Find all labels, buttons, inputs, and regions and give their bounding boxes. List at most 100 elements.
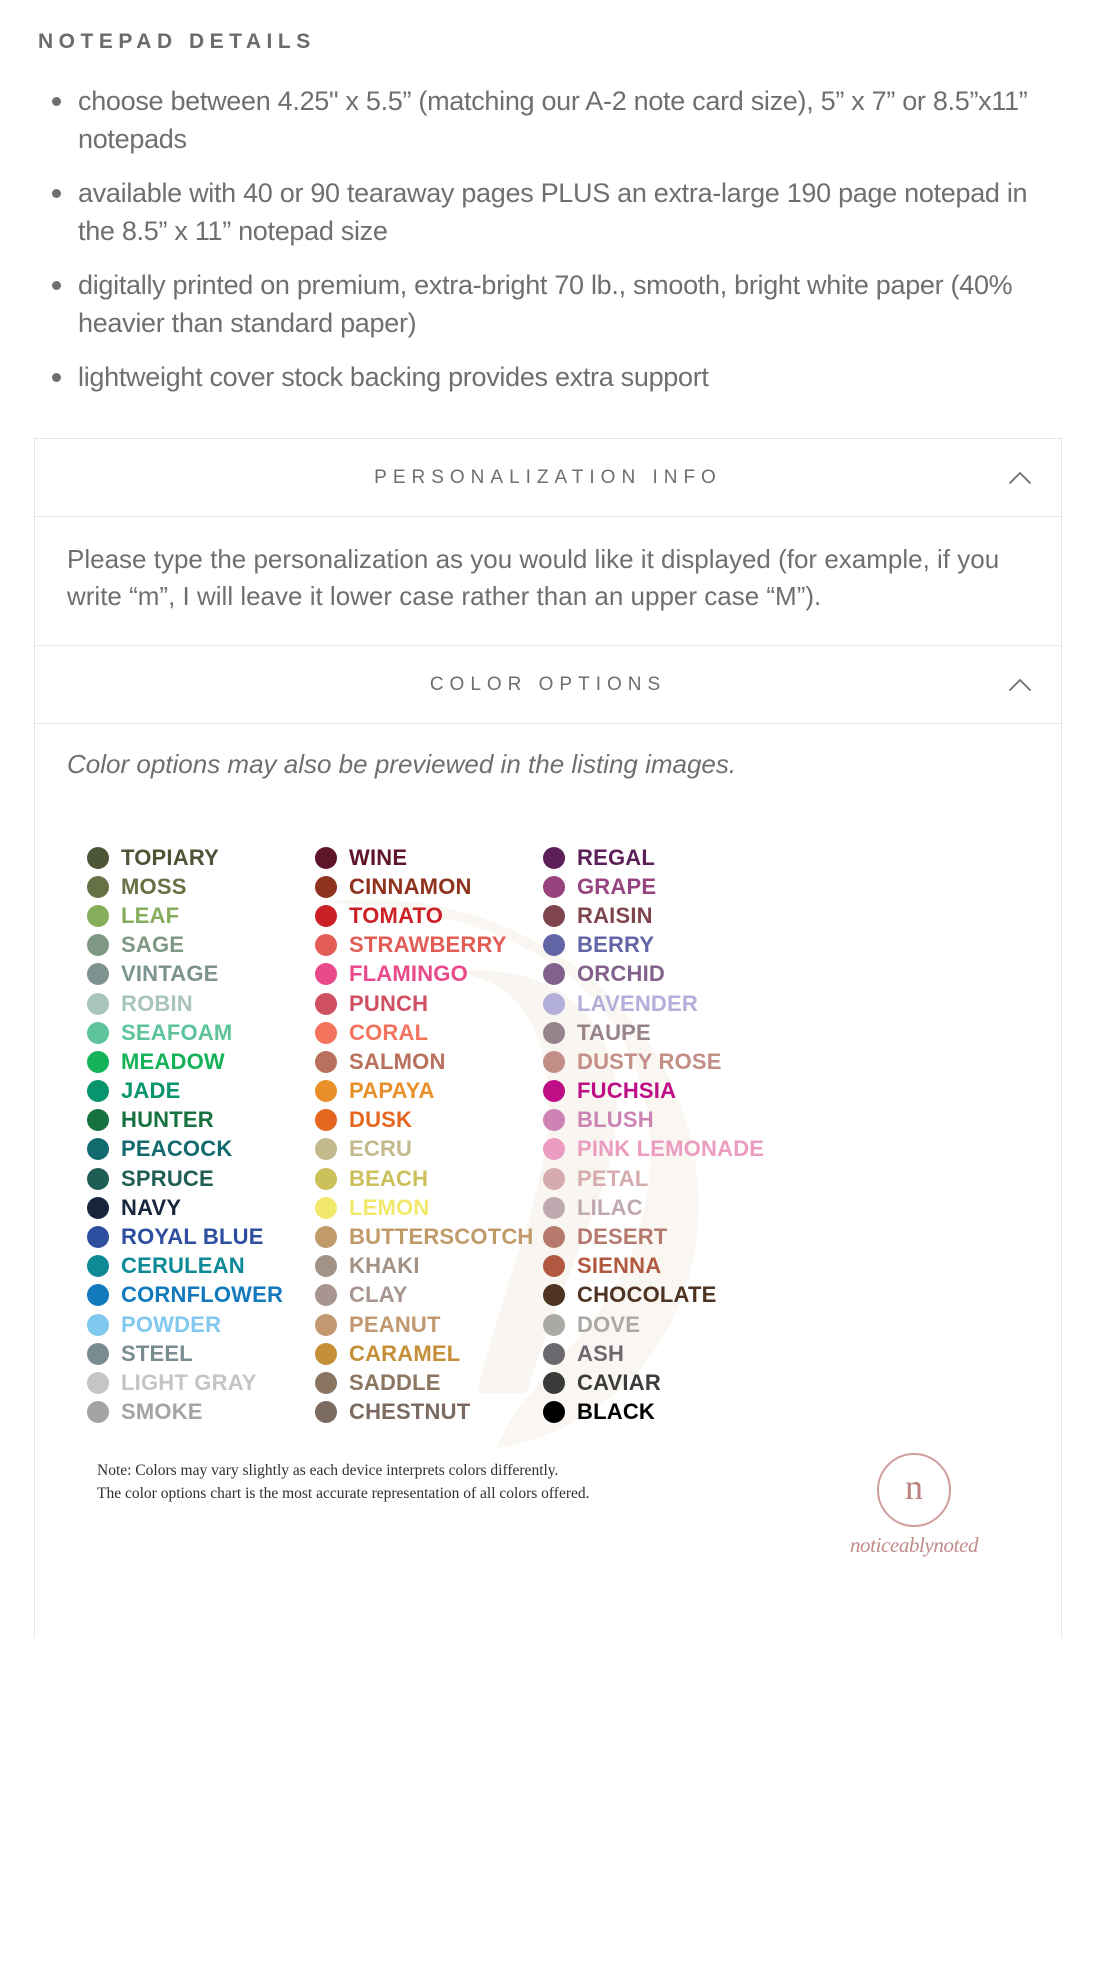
- color-swatch-row: ECRU: [315, 1135, 543, 1164]
- color-swatch-label: MOSS: [121, 873, 187, 899]
- color-swatch-label: PEANUT: [349, 1311, 441, 1337]
- color-swatch-row: BLACK: [543, 1398, 793, 1427]
- color-swatch-row: LEMON: [315, 1193, 543, 1222]
- color-swatch-label: GRAPE: [577, 873, 657, 899]
- color-swatch-label: JADE: [121, 1078, 181, 1104]
- color-swatch-dot: [543, 1050, 565, 1073]
- color-swatch-row: SMOKE: [87, 1398, 315, 1427]
- color-column-reds-neutrals: WINE CINNAMON TOMATO STRAWBERRY FLAMINGO PUNC…: [315, 843, 543, 1427]
- color-swatch-dot: [87, 904, 109, 927]
- accordion-body-personalization-info: Please type the personalization as you w…: [35, 517, 1061, 646]
- color-swatch-dot: [543, 1167, 565, 1190]
- color-swatch-label: LILAC: [577, 1194, 643, 1220]
- color-swatch-row: TOMATO: [315, 901, 543, 930]
- color-swatch-dot: [543, 1255, 565, 1278]
- chevron-up-icon[interactable]: [1007, 672, 1033, 698]
- color-swatch-dot: [87, 1080, 109, 1103]
- color-swatch-row: ROBIN: [87, 989, 315, 1018]
- note-line: Note: Colors may vary slightly as each d…: [97, 1461, 559, 1479]
- chevron-up-icon[interactable]: [1007, 465, 1033, 491]
- color-swatch-label: PEACOCK: [121, 1136, 233, 1162]
- list-item: available with 40 or 90 tearaway pages P…: [52, 174, 1046, 250]
- color-swatch-label: CHOCOLATE: [577, 1282, 717, 1308]
- color-swatch-row: MOSS: [87, 872, 315, 901]
- color-swatch-label: BEACH: [349, 1165, 429, 1191]
- color-swatch-row: RAISIN: [543, 901, 793, 930]
- color-swatch-dot: [543, 1196, 565, 1219]
- color-swatch-row: BEACH: [315, 1164, 543, 1193]
- color-swatch-row: MEADOW: [87, 1047, 315, 1076]
- notepad-details-list: choose between 4.25" x 5.5” (matching ou…: [0, 82, 1096, 396]
- accordion-title-color-options: COLOR OPTIONS: [429, 673, 667, 695]
- color-accuracy-note: Note: Colors may vary slightly as each d…: [97, 1461, 590, 1507]
- color-swatch-label: BLUSH: [577, 1107, 654, 1133]
- color-swatch-label: PINK LEMONADE: [577, 1136, 765, 1162]
- color-swatch-dot: [87, 1138, 109, 1161]
- color-swatch-dot: [315, 1080, 337, 1103]
- color-swatch-dot: [87, 1021, 109, 1044]
- color-swatch-label: SPRUCE: [121, 1165, 214, 1191]
- color-swatch-dot: [543, 1021, 565, 1044]
- color-swatch-dot: [87, 1313, 109, 1336]
- color-swatch-row: KHAKI: [315, 1252, 543, 1281]
- color-swatch-label: CORAL: [349, 1019, 429, 1045]
- accordion-title-personalization-info: PERSONALIZATION INFO: [374, 466, 722, 488]
- color-swatch-row: CHESTNUT: [315, 1398, 543, 1427]
- color-swatch-dot: [543, 846, 565, 869]
- color-swatch-dot: [87, 1050, 109, 1073]
- color-swatch-label: LIGHT GRAY: [121, 1369, 257, 1395]
- color-swatch-dot: [315, 934, 337, 957]
- color-swatch-row: REGAL: [543, 843, 793, 872]
- color-swatch-label: TOPIARY: [121, 844, 219, 870]
- color-swatch-label: PAPAYA: [349, 1078, 435, 1104]
- color-swatch-row: LAVENDER: [543, 989, 793, 1018]
- color-swatch-label: ROBIN: [121, 990, 193, 1016]
- color-swatch-row: NAVY: [87, 1193, 315, 1222]
- color-swatch-label: SEAFOAM: [121, 1019, 233, 1045]
- color-swatch-row: SIENNA: [543, 1252, 793, 1281]
- color-swatch-dot: [543, 1138, 565, 1161]
- brand-logo: n noticeablynoted: [829, 1452, 999, 1558]
- color-swatch-dot: [315, 1226, 337, 1249]
- color-swatch-label: CARAMEL: [349, 1340, 461, 1366]
- color-swatch-label: ORCHID: [577, 961, 665, 987]
- color-swatch-row: DUSK: [315, 1106, 543, 1135]
- color-swatch-row: CLAY: [315, 1281, 543, 1310]
- color-swatch-dot: [87, 1196, 109, 1219]
- color-swatch-label: LAVENDER: [577, 990, 698, 1016]
- color-swatch-label: FUCHSIA: [577, 1078, 677, 1104]
- color-swatch-row: PAPAYA: [315, 1077, 543, 1106]
- accordion-group: PERSONALIZATION INFO Please type the per…: [34, 438, 1062, 1558]
- color-swatch-row: CAVIAR: [543, 1368, 793, 1397]
- color-swatch-dot: [87, 934, 109, 957]
- color-swatch-row: PETAL: [543, 1164, 793, 1193]
- color-swatch-dot: [543, 1371, 565, 1394]
- color-swatch-label: SALMON: [349, 1048, 446, 1074]
- color-options-preview-note: Color options may also be previewed in t…: [67, 749, 737, 779]
- color-swatch-dot: [315, 1138, 337, 1161]
- color-swatch-dot: [543, 1080, 565, 1103]
- color-swatch-row: SALMON: [315, 1047, 543, 1076]
- color-swatch-dot: [87, 992, 109, 1015]
- color-swatch-dot: [87, 1284, 109, 1307]
- color-swatch-row: LILAC: [543, 1193, 793, 1222]
- color-swatch-row: ORCHID: [543, 960, 793, 989]
- color-swatch-row: PINK LEMONADE: [543, 1135, 793, 1164]
- color-swatch-dot: [315, 875, 337, 898]
- color-swatch-label: SMOKE: [121, 1399, 203, 1425]
- color-swatch-label: REGAL: [577, 844, 655, 870]
- color-swatch-row: TAUPE: [543, 1018, 793, 1047]
- color-swatch-dot: [315, 1021, 337, 1044]
- color-swatch-row: ROYAL BLUE: [87, 1222, 315, 1251]
- color-swatch-label: WINE: [349, 844, 408, 870]
- product-details-page: NOTEPAD DETAILS choose between 4.25" x 5…: [0, 0, 1096, 1638]
- color-swatch-label: SADDLE: [349, 1369, 441, 1395]
- color-swatch-dot: [315, 904, 337, 927]
- color-column-purples-browns: REGAL GRAPE RAISIN BERRY ORCHID LAVENDER TAUPE…: [543, 843, 793, 1427]
- list-item: lightweight cover stock backing provides…: [52, 358, 1046, 396]
- color-swatch-label: BLACK: [577, 1399, 655, 1425]
- accordion-header-color-options[interactable]: COLOR OPTIONS: [35, 646, 1061, 724]
- color-swatch-dot: [543, 1284, 565, 1307]
- color-swatch-label: ROYAL BLUE: [121, 1224, 264, 1250]
- accordion-header-personalization-info[interactable]: PERSONALIZATION INFO: [35, 439, 1061, 517]
